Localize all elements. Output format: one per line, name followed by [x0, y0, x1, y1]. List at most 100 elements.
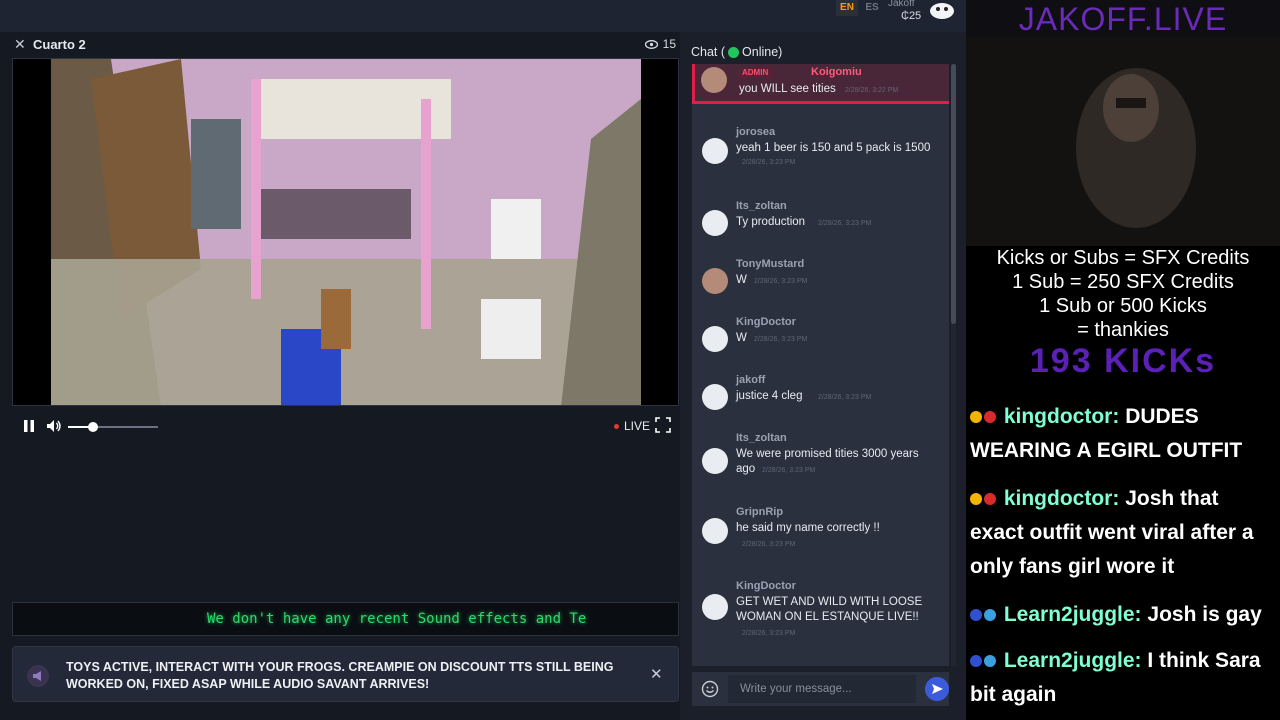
megaphone-icon: [27, 665, 49, 687]
stream-panel: ✕ Cuarto 2 15 LIVE We don't have any rec…: [0, 32, 680, 720]
live-dot-icon: [614, 423, 619, 429]
chat-username[interactable]: Koigomiu: [811, 66, 862, 78]
globe-icon: [970, 609, 982, 622]
emoji-icon[interactable]: [701, 680, 719, 698]
chat-username[interactable]: jakoff: [736, 374, 765, 386]
announcement-text: TOYS ACTIVE, INTERACT WITH YOUR FROGS. C…: [66, 660, 614, 691]
chat-panel: Chat ( Online) ADMIN Koigomiu you WILL s…: [680, 32, 966, 720]
overlay-chat-message: kingdoctor: Josh that exact outfit went …: [970, 482, 1278, 584]
chat-text: GET WET AND WILD WITH LOOSE WOMAN ON EL …: [736, 596, 923, 623]
overlay-rules: Kicks or Subs = SFX Credits 1 Sub = 250 …: [966, 246, 1280, 342]
chat-message-input[interactable]: [728, 675, 916, 703]
pause-icon[interactable]: [22, 419, 36, 433]
chat-timestamp: 2/28/26, 3:23 PM: [742, 159, 796, 166]
overlay-chat-user: kingdoctor:: [1003, 487, 1120, 510]
chat-timestamp: 2/28/26, 3:23 PM: [742, 630, 796, 637]
overlay-chat-message: Learn2juggle: Josh is gay: [970, 598, 1278, 632]
eye-icon: [644, 39, 658, 49]
player-controls: LIVE: [12, 414, 679, 440]
language-es-button[interactable]: ES: [861, 0, 883, 16]
avatar[interactable]: [702, 594, 728, 620]
chat-timestamp: 2/28/26, 3:23 PM: [762, 467, 816, 474]
heart-icon: [984, 411, 996, 424]
admin-badge: ADMIN: [737, 67, 774, 78]
chat-message-list[interactable]: ADMIN Koigomiu you WILL see tities 2/28/…: [692, 64, 949, 666]
overlay-chat-user: Learn2juggle:: [1003, 649, 1142, 672]
avatar[interactable]: [702, 518, 728, 544]
overlay-chat-message: kingdoctor: DUDES WEARING A EGIRL OUTFIT: [970, 400, 1278, 468]
cube-icon: [984, 609, 996, 622]
user-avatar-icon[interactable]: [928, 0, 956, 20]
chat-scrollbar[interactable]: [951, 64, 956, 666]
stream-header: ✕ Cuarto 2 15: [0, 32, 680, 58]
avatar[interactable]: [702, 210, 728, 236]
announcement-close-icon[interactable]: ✕: [650, 665, 663, 683]
stream-overlay: JAKOFF.LIVE Kicks or Subs = SFX Credits …: [966, 0, 1280, 720]
chat-timestamp: 2/28/26, 3:22 PM: [845, 87, 899, 94]
crown-icon: [970, 493, 982, 506]
overlay-rule-line: 1 Sub or 500 Kicks: [1039, 295, 1207, 317]
chat-username[interactable]: jorosea: [736, 126, 775, 138]
online-status-icon: [728, 46, 740, 58]
announcement-banner: TOYS ACTIVE, INTERACT WITH YOUR FROGS. C…: [12, 646, 679, 702]
user-name[interactable]: Jakoff: [888, 0, 915, 9]
avatar[interactable]: [701, 67, 727, 93]
user-credits: ₵25: [901, 10, 922, 22]
fullscreen-icon[interactable]: [655, 417, 671, 433]
chat-username[interactable]: KingDoctor: [736, 316, 796, 328]
live-indicator: LIVE: [614, 419, 650, 433]
chat-input-bar: [692, 672, 949, 706]
globe-icon: [970, 655, 982, 668]
ticker-text: We don't have any recent Sound effects a…: [207, 611, 587, 627]
chat-timestamp: 2/28/26, 3:23 PM: [818, 394, 872, 401]
chat-text: he said my name correctly !!: [736, 522, 880, 534]
crown-icon: [970, 411, 982, 424]
cube-icon: [984, 655, 996, 668]
overlay-chat-text: Josh is gay: [1147, 603, 1262, 626]
avatar[interactable]: [702, 326, 728, 352]
chat-scrollbar-thumb[interactable]: [951, 64, 956, 324]
overlay-kick-count: 193 KICKs: [1029, 342, 1217, 380]
send-button[interactable]: [925, 677, 949, 701]
language-en-button[interactable]: EN: [836, 0, 858, 16]
chat-username[interactable]: GripnRip: [736, 506, 783, 518]
video-player[interactable]: [12, 58, 679, 406]
chat-text: yeah 1 beer is 150 and 5 pack is 1500: [736, 142, 931, 154]
live-label: LIVE: [624, 419, 651, 433]
avatar[interactable]: [702, 448, 728, 474]
overlay-rule-line: = thankies: [1077, 319, 1169, 341]
overlay-chat-message: Learn2juggle: I think Sara bit again: [970, 644, 1278, 712]
chat-timestamp: 2/28/26, 3:23 PM: [818, 220, 872, 227]
avatar[interactable]: [702, 268, 728, 294]
chat-username[interactable]: TonyMustard: [736, 258, 804, 270]
sound-effects-ticker: We don't have any recent Sound effects a…: [12, 602, 679, 636]
overlay-chat-user: Learn2juggle:: [1003, 603, 1142, 626]
viewer-count-value: 15: [662, 37, 676, 51]
chat-message: ADMIN Koigomiu you WILL see tities 2/28/…: [692, 64, 949, 104]
chat-header-status: Online): [742, 45, 783, 59]
chat-username[interactable]: Its_zoltan: [736, 432, 787, 444]
chat-timestamp: 2/28/26, 3:23 PM: [754, 336, 808, 343]
avatar[interactable]: [702, 384, 728, 410]
chat-header-label: Chat (: [691, 45, 726, 59]
chat-username[interactable]: KingDoctor: [736, 580, 796, 592]
chat-timestamp: 2/28/26, 3:23 PM: [742, 541, 796, 548]
avatar[interactable]: [702, 138, 728, 164]
chat-text: you WILL see tities: [739, 83, 836, 95]
chat-timestamp: 2/28/26, 3:23 PM: [754, 278, 808, 285]
overlay-chat-user: kingdoctor:: [1003, 405, 1120, 428]
camera-feed-image: [51, 59, 641, 405]
overlay-rule-line: 1 Sub = 250 SFX Credits: [1012, 271, 1234, 293]
viewer-count: 15: [644, 37, 676, 51]
volume-slider-knob[interactable]: [88, 422, 98, 432]
overlay-title: JAKOFF.LIVE: [966, 0, 1280, 38]
room-title: Cuarto 2: [33, 37, 86, 52]
volume-icon[interactable]: [46, 418, 62, 434]
close-icon[interactable]: ✕: [14, 36, 26, 53]
heart-icon: [984, 493, 996, 506]
volume-slider[interactable]: [68, 422, 158, 432]
webcam-feed-image: [966, 38, 1280, 246]
chat-username[interactable]: Its_zoltan: [736, 200, 787, 212]
top-bar: EN ES Jakoff ₵25: [0, 0, 966, 32]
overlay-rule-line: Kicks or Subs = SFX Credits: [996, 247, 1250, 269]
